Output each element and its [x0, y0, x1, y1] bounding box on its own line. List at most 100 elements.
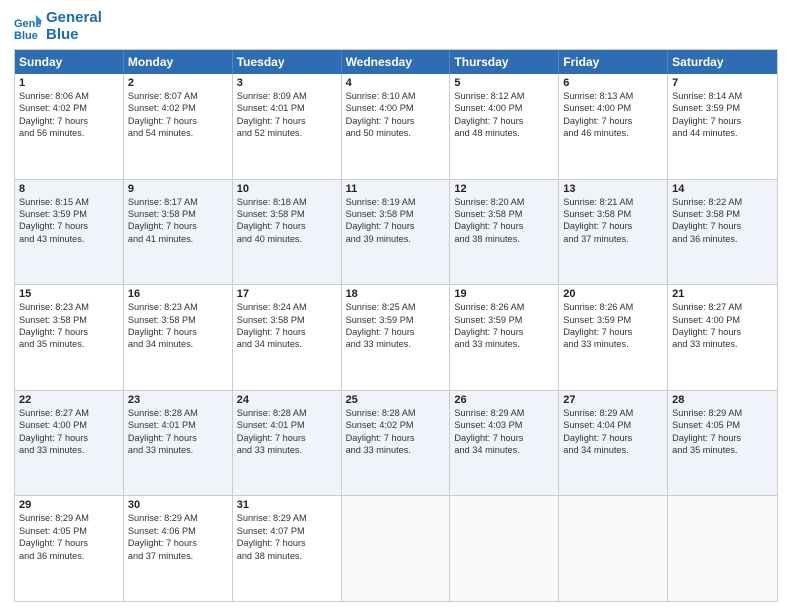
calendar-cell: 25Sunrise: 8:28 AMSunset: 4:02 PMDayligh…	[342, 391, 451, 496]
cell-line: Sunset: 3:58 PM	[672, 208, 773, 220]
calendar-header: SundayMondayTuesdayWednesdayThursdayFrid…	[15, 50, 777, 74]
calendar-cell: 3Sunrise: 8:09 AMSunset: 4:01 PMDaylight…	[233, 74, 342, 179]
cell-line: Sunset: 3:58 PM	[237, 314, 337, 326]
cell-line: and 54 minutes.	[128, 127, 228, 139]
cell-line: and 46 minutes.	[563, 127, 663, 139]
cell-line: and 34 minutes.	[237, 338, 337, 350]
calendar-cell	[559, 496, 668, 601]
cell-line: Sunset: 4:05 PM	[672, 419, 773, 431]
cell-line: Sunset: 3:59 PM	[19, 208, 119, 220]
calendar-cell: 18Sunrise: 8:25 AMSunset: 3:59 PMDayligh…	[342, 285, 451, 390]
cell-line: Sunrise: 8:06 AM	[19, 90, 119, 102]
day-number: 12	[454, 183, 554, 195]
calendar-cell: 26Sunrise: 8:29 AMSunset: 4:03 PMDayligh…	[450, 391, 559, 496]
cell-line: Daylight: 7 hours	[346, 432, 446, 444]
cell-line: Daylight: 7 hours	[19, 537, 119, 549]
cell-line: Sunset: 4:00 PM	[454, 102, 554, 114]
cell-line: Sunset: 3:58 PM	[563, 208, 663, 220]
calendar-cell: 28Sunrise: 8:29 AMSunset: 4:05 PMDayligh…	[668, 391, 777, 496]
day-number: 4	[346, 77, 446, 89]
cell-line: Daylight: 7 hours	[128, 432, 228, 444]
cell-line: Daylight: 7 hours	[128, 115, 228, 127]
svg-text:Blue: Blue	[14, 30, 38, 41]
cell-line: Daylight: 7 hours	[19, 432, 119, 444]
cell-line: Sunset: 3:59 PM	[563, 314, 663, 326]
cell-line: Daylight: 7 hours	[672, 432, 773, 444]
calendar-cell: 4Sunrise: 8:10 AMSunset: 4:00 PMDaylight…	[342, 74, 451, 179]
cell-line: Daylight: 7 hours	[563, 326, 663, 338]
calendar-cell: 30Sunrise: 8:29 AMSunset: 4:06 PMDayligh…	[124, 496, 233, 601]
cell-line: Daylight: 7 hours	[346, 220, 446, 232]
page: General Blue GeneralBlue SundayMondayTue…	[0, 0, 792, 612]
calendar-cell: 8Sunrise: 8:15 AMSunset: 3:59 PMDaylight…	[15, 180, 124, 285]
calendar-cell: 9Sunrise: 8:17 AMSunset: 3:58 PMDaylight…	[124, 180, 233, 285]
day-number: 5	[454, 77, 554, 89]
cell-line: Daylight: 7 hours	[128, 220, 228, 232]
cell-line: Sunrise: 8:29 AM	[672, 407, 773, 419]
cell-line: Sunrise: 8:26 AM	[563, 301, 663, 313]
cell-line: Sunrise: 8:12 AM	[454, 90, 554, 102]
cell-line: Sunrise: 8:23 AM	[128, 301, 228, 313]
cell-line: and 33 minutes.	[19, 444, 119, 456]
cell-line: Sunset: 3:58 PM	[454, 208, 554, 220]
header-day-monday: Monday	[124, 50, 233, 74]
calendar-cell: 6Sunrise: 8:13 AMSunset: 4:00 PMDaylight…	[559, 74, 668, 179]
calendar-row: 29Sunrise: 8:29 AMSunset: 4:05 PMDayligh…	[15, 495, 777, 601]
cell-line: and 44 minutes.	[672, 127, 773, 139]
calendar-cell: 10Sunrise: 8:18 AMSunset: 3:58 PMDayligh…	[233, 180, 342, 285]
cell-line: Daylight: 7 hours	[128, 326, 228, 338]
day-number: 21	[672, 288, 773, 300]
day-number: 10	[237, 183, 337, 195]
day-number: 23	[128, 394, 228, 406]
cell-line: Daylight: 7 hours	[563, 115, 663, 127]
calendar-row: 1Sunrise: 8:06 AMSunset: 4:02 PMDaylight…	[15, 74, 777, 179]
cell-line: Sunrise: 8:13 AM	[563, 90, 663, 102]
calendar-cell	[342, 496, 451, 601]
cell-line: Sunset: 3:58 PM	[19, 314, 119, 326]
cell-line: and 43 minutes.	[19, 233, 119, 245]
cell-line: Daylight: 7 hours	[563, 220, 663, 232]
cell-line: Sunrise: 8:29 AM	[19, 512, 119, 524]
cell-line: and 56 minutes.	[19, 127, 119, 139]
cell-line: Sunset: 4:03 PM	[454, 419, 554, 431]
cell-line: and 33 minutes.	[128, 444, 228, 456]
cell-line: Sunrise: 8:23 AM	[19, 301, 119, 313]
calendar-cell: 24Sunrise: 8:28 AMSunset: 4:01 PMDayligh…	[233, 391, 342, 496]
calendar-cell: 22Sunrise: 8:27 AMSunset: 4:00 PMDayligh…	[15, 391, 124, 496]
cell-line: and 48 minutes.	[454, 127, 554, 139]
calendar-row: 15Sunrise: 8:23 AMSunset: 3:58 PMDayligh…	[15, 284, 777, 390]
calendar-row: 22Sunrise: 8:27 AMSunset: 4:00 PMDayligh…	[15, 390, 777, 496]
day-number: 16	[128, 288, 228, 300]
header: General Blue GeneralBlue	[14, 10, 778, 43]
logo-text: GeneralBlue	[46, 10, 102, 43]
cell-line: Sunrise: 8:14 AM	[672, 90, 773, 102]
cell-line: Daylight: 7 hours	[19, 326, 119, 338]
calendar-cell: 17Sunrise: 8:24 AMSunset: 3:58 PMDayligh…	[233, 285, 342, 390]
cell-line: Daylight: 7 hours	[19, 220, 119, 232]
calendar-cell: 1Sunrise: 8:06 AMSunset: 4:02 PMDaylight…	[15, 74, 124, 179]
cell-line: Sunrise: 8:29 AM	[237, 512, 337, 524]
cell-line: Sunset: 3:58 PM	[237, 208, 337, 220]
cell-line: Sunrise: 8:10 AM	[346, 90, 446, 102]
header-day-sunday: Sunday	[15, 50, 124, 74]
cell-line: Sunset: 4:02 PM	[19, 102, 119, 114]
calendar-cell: 11Sunrise: 8:19 AMSunset: 3:58 PMDayligh…	[342, 180, 451, 285]
cell-line: Daylight: 7 hours	[237, 537, 337, 549]
cell-line: and 40 minutes.	[237, 233, 337, 245]
day-number: 19	[454, 288, 554, 300]
calendar-cell: 21Sunrise: 8:27 AMSunset: 4:00 PMDayligh…	[668, 285, 777, 390]
cell-line: and 41 minutes.	[128, 233, 228, 245]
calendar-cell: 5Sunrise: 8:12 AMSunset: 4:00 PMDaylight…	[450, 74, 559, 179]
cell-line: Sunrise: 8:17 AM	[128, 196, 228, 208]
cell-line: Sunset: 4:00 PM	[346, 102, 446, 114]
header-day-wednesday: Wednesday	[342, 50, 451, 74]
cell-line: Sunrise: 8:09 AM	[237, 90, 337, 102]
logo: General Blue GeneralBlue	[14, 10, 102, 43]
day-number: 8	[19, 183, 119, 195]
cell-line: Sunrise: 8:20 AM	[454, 196, 554, 208]
cell-line: Sunrise: 8:28 AM	[237, 407, 337, 419]
cell-line: Daylight: 7 hours	[672, 220, 773, 232]
cell-line: and 52 minutes.	[237, 127, 337, 139]
cell-line: Sunset: 3:58 PM	[128, 314, 228, 326]
day-number: 29	[19, 499, 119, 511]
